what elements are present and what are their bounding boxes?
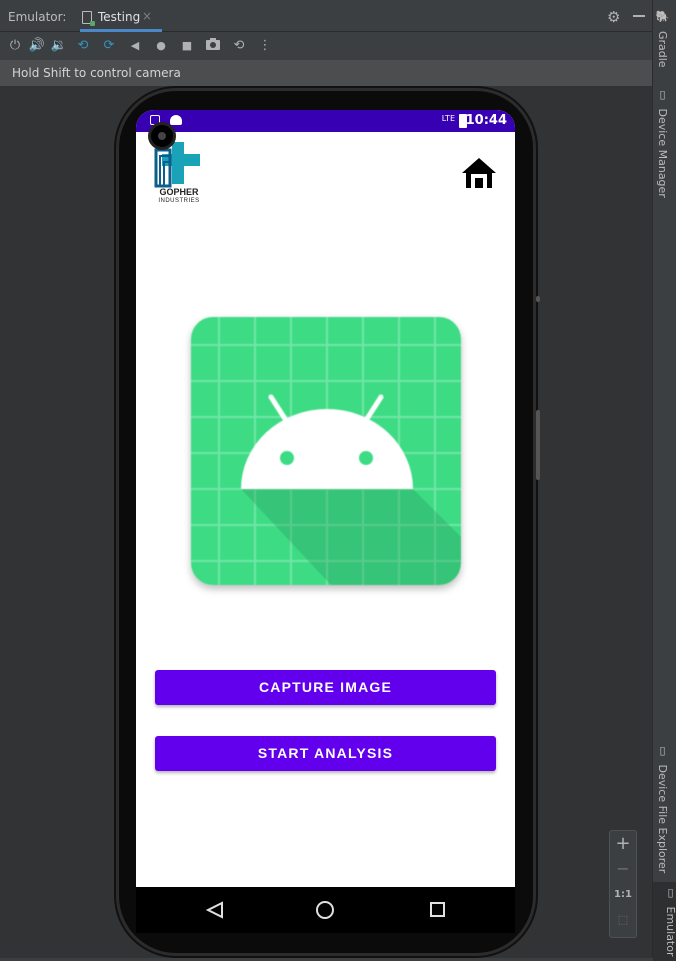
side-tab-emulator-label: Emulator (664, 906, 676, 957)
network-indicator: LTE (441, 114, 455, 123)
overview-icon[interactable]: ■ (178, 37, 196, 55)
home-icon[interactable] (460, 156, 498, 190)
nav-recents-icon[interactable] (430, 902, 445, 917)
more-icon[interactable]: ⋮ (256, 37, 274, 55)
tab-testing-label: Testing (98, 10, 141, 24)
capture-image-button[interactable]: CAPTURE IMAGE (155, 670, 496, 705)
hide-panel-icon[interactable] (633, 15, 645, 17)
device-icon (82, 11, 95, 26)
side-tab-device-manager-label: Device Manager (656, 108, 669, 198)
hint-text: Hold Shift to control camera (12, 66, 181, 80)
captured-image-preview (191, 317, 461, 585)
tool-window-title: Emulator: (8, 10, 67, 24)
settings-gear-icon[interactable]: ⚙ (607, 8, 620, 26)
status-bar: LTE 10:44 (136, 110, 515, 132)
start-analysis-button[interactable]: START ANALYSIS (155, 736, 496, 771)
back-icon[interactable]: ◀ (126, 37, 144, 55)
rotate-right-icon[interactable]: ⟳ (100, 37, 118, 55)
nav-back-icon[interactable] (206, 901, 224, 919)
nav-home-icon[interactable] (316, 901, 334, 919)
rotate-left-icon[interactable]: ⟲ (74, 37, 92, 55)
device-navigation-bar (136, 887, 515, 933)
zoom-actual-size-button[interactable]: 1:1 (610, 889, 636, 900)
elephant-icon: 🐘 (656, 10, 669, 24)
side-tab-device-file-explorer-label: Device File Explorer (656, 764, 669, 874)
home-icon[interactable]: ● (152, 37, 170, 55)
zoom-controls: + − 1:1 ⬚ (609, 830, 637, 938)
android-notification-icon (170, 115, 182, 125)
hint-bar: Hold Shift to control camera (0, 60, 652, 86)
tab-testing[interactable]: Testing × (80, 4, 162, 32)
device-screen[interactable]: LTE 10:44 GOPHER INDUSTRIES CAPTURE IMAG… (136, 110, 515, 887)
logo-name: GOPHER (159, 187, 199, 197)
power-icon[interactable]: ⏻ (6, 37, 24, 55)
snapshot-icon[interactable]: ⟲ (230, 37, 248, 55)
volume-down-icon[interactable]: 🔉 (50, 37, 68, 55)
device-side-button (536, 296, 540, 302)
zoom-out-button[interactable]: − (610, 859, 636, 878)
tool-window-header: Emulator: Testing × ⚙ (0, 0, 652, 32)
emulator-tab-icon: ▯ (664, 886, 676, 899)
tab-close-icon[interactable]: × (142, 9, 152, 23)
device-manager-icon: ▯ (656, 88, 669, 101)
side-tab-device-file-explorer[interactable]: ▯ Device File Explorer (656, 744, 669, 873)
side-tab-device-manager[interactable]: ▯ Device Manager (656, 88, 669, 198)
status-time: 10:44 (465, 113, 507, 128)
right-tool-stripe: 🐘 Gradle ▯ Device Manager ▯ Device File … (652, 0, 676, 961)
front-camera (148, 122, 176, 150)
logo-subtitle: INDUSTRIES (158, 198, 200, 204)
side-tab-gradle-label: Gradle (656, 30, 669, 68)
emulator-toolbar: ⏻ 🔊 🔉 ⟲ ⟳ ◀ ● ■ ⟲ ⋮ (0, 32, 652, 60)
device-volume-button (536, 410, 540, 480)
side-tab-emulator[interactable]: ▯ Emulator (653, 882, 676, 961)
side-tab-gradle[interactable]: 🐘 Gradle (656, 10, 669, 68)
volume-up-icon[interactable]: 🔊 (28, 37, 46, 55)
screenshot-icon[interactable] (204, 37, 222, 55)
file-explorer-icon: ▯ (656, 744, 669, 757)
zoom-in-button[interactable]: + (610, 833, 636, 854)
zoom-fit-icon[interactable]: ⬚ (610, 913, 636, 926)
